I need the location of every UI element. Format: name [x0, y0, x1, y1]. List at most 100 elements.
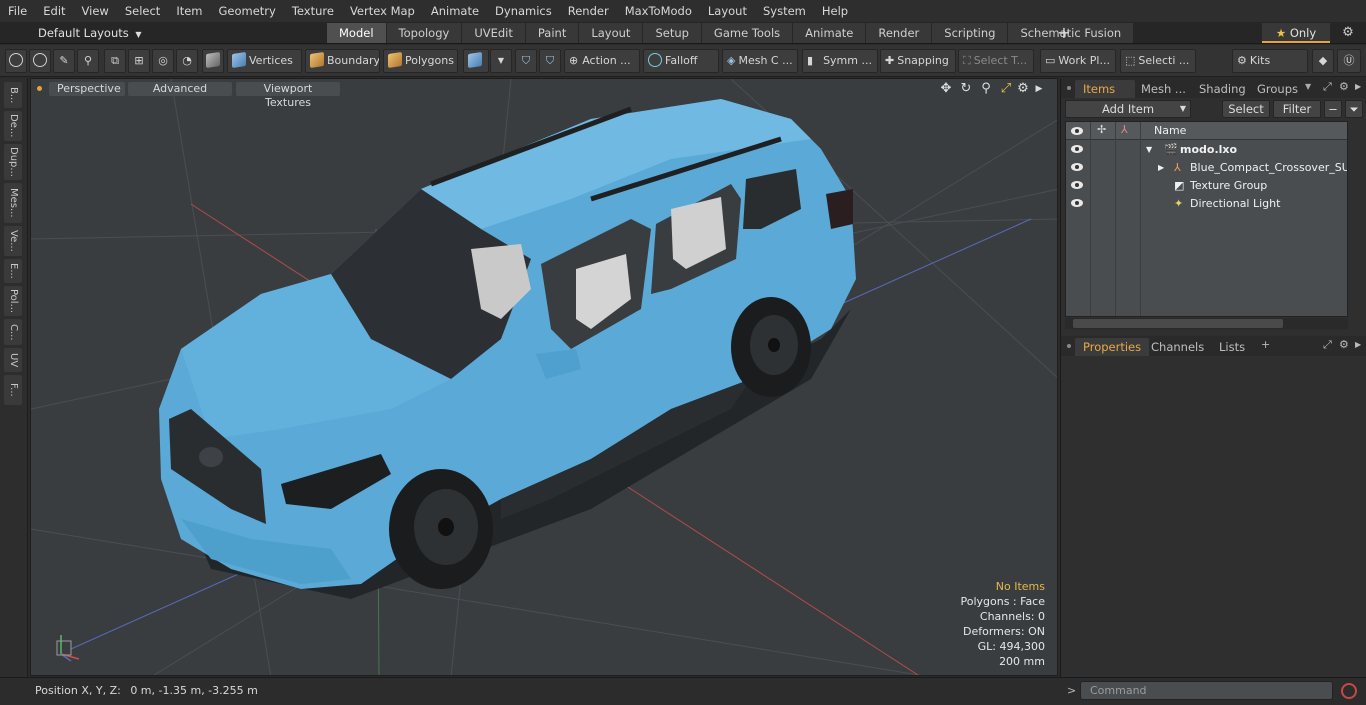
left-tab-uv[interactable]: UV [4, 348, 22, 372]
left-tab-edge[interactable]: E... [4, 259, 22, 283]
scrollbar-thumb[interactable] [1073, 319, 1283, 328]
menu-render[interactable]: Render [560, 0, 617, 22]
left-tab-duplicate[interactable]: Dup... [4, 144, 22, 180]
tab-uvedit[interactable]: UVEdit [462, 23, 525, 43]
perspective-button[interactable]: Perspective [49, 82, 125, 96]
menu-view[interactable]: View [74, 0, 117, 22]
falloff-button[interactable]: Falloff [643, 49, 719, 73]
menu-dynamics[interactable]: Dynamics [487, 0, 560, 22]
tab-mesh[interactable]: Mesh ... [1133, 80, 1194, 98]
globe-button[interactable] [29, 49, 51, 73]
only-toggle[interactable]: ★ Only [1262, 23, 1330, 43]
menu-layout[interactable]: Layout [700, 0, 755, 22]
left-tab-curve[interactable]: C... [4, 319, 22, 345]
layout-selector[interactable]: Default Layouts ▼ [8, 22, 142, 44]
zoom-icon[interactable]: ⚲ [978, 81, 994, 97]
tab-groups[interactable]: Groups [1249, 80, 1306, 98]
eye-icon[interactable] [1071, 145, 1083, 153]
transform-button[interactable]: ⧉ [104, 49, 126, 73]
action-button[interactable]: ⊕ Action ... [564, 49, 640, 73]
maximize-icon[interactable]: ⤢ [998, 81, 1014, 97]
3d-viewport[interactable]: Perspective Advanced Viewport Textures ✥… [30, 78, 1058, 676]
panel-arrow-icon[interactable]: ▶ [1355, 340, 1361, 349]
gear-icon[interactable]: ⚙ [1338, 24, 1358, 42]
eye-icon[interactable] [1071, 163, 1083, 171]
tree-row-mesh[interactable]: ▶ ⅄ Blue_Compact_Crossover_SUV [1066, 159, 1347, 177]
viewport-gear-icon[interactable]: ⚙ [1015, 81, 1031, 97]
select-button[interactable]: Select [1222, 100, 1270, 118]
symmetry-button[interactable]: ▮ Symm ... [802, 49, 878, 73]
eye-icon[interactable] [1071, 181, 1083, 189]
panel-gear-icon[interactable]: ⚙ [1339, 80, 1349, 93]
kits-button[interactable]: ⚙ Kits [1232, 49, 1308, 73]
tree-row-texture-group[interactable]: ◩ Texture Group [1066, 177, 1347, 195]
tab-render[interactable]: Render [866, 23, 932, 43]
work-plane-button[interactable]: ▭ Work Pl... [1040, 49, 1116, 73]
tab-model[interactable]: Model [327, 23, 386, 43]
boundary-button[interactable]: Boundary [305, 49, 380, 73]
advanced-button[interactable]: Advanced [128, 82, 232, 96]
brush-button[interactable]: ⚲ [77, 49, 99, 73]
pen-button[interactable]: ✎ [53, 49, 75, 73]
eye-icon[interactable] [1071, 199, 1083, 207]
menu-system[interactable]: System [755, 0, 814, 22]
menu-vertex-map[interactable]: Vertex Map [342, 0, 423, 22]
item-list-scrollbar[interactable] [1065, 318, 1348, 329]
symmetry-x-button[interactable]: ⛉ [515, 49, 537, 73]
menu-select[interactable]: Select [117, 0, 168, 22]
unity-button[interactable]: ◆ [1312, 49, 1334, 73]
tab-animate[interactable]: Animate [793, 23, 866, 43]
name-column-header[interactable]: Name [1154, 124, 1186, 137]
panel-gear-icon[interactable]: ⚙ [1339, 338, 1349, 351]
orbit-icon[interactable]: ↻ [958, 81, 974, 97]
tab-shading[interactable]: Shading [1191, 80, 1254, 98]
tab-properties[interactable]: Properties [1075, 338, 1150, 356]
add-tab-icon[interactable]: + [1056, 23, 1072, 43]
tree-row-scene[interactable]: ▼ 🎬 modo.lxo [1066, 141, 1347, 159]
left-tab-polygon[interactable]: Pol... [4, 286, 22, 316]
pan-icon[interactable]: ✥ [938, 81, 954, 97]
vertices-button[interactable]: Vertices [227, 49, 302, 73]
add-item-button[interactable]: Add Item ▼ [1065, 100, 1191, 118]
left-tab-vertex[interactable]: Ve... [4, 226, 22, 256]
menu-texture[interactable]: Texture [284, 0, 342, 22]
element-button[interactable]: ⊞ [128, 49, 150, 73]
selection-sets-button[interactable]: ⬚ Selecti ... [1120, 49, 1196, 73]
snapping-button[interactable]: ✚ Snapping [880, 49, 956, 73]
menu-animate[interactable]: Animate [423, 0, 487, 22]
tab-topology[interactable]: Topology [386, 23, 462, 43]
add-tab-icon[interactable]: + [1261, 338, 1270, 351]
menu-item[interactable]: Item [168, 0, 210, 22]
menu-edit[interactable]: Edit [35, 0, 73, 22]
menu-geometry[interactable]: Geometry [211, 0, 284, 22]
tab-setup[interactable]: Setup [643, 23, 701, 43]
snap-element-button[interactable]: ◎ [152, 49, 174, 73]
expand-triangle-icon[interactable]: ▶ [1158, 159, 1164, 177]
tab-paint[interactable]: Paint [525, 23, 579, 43]
left-tab-fusion[interactable]: F... [4, 375, 22, 405]
tree-row-directional-light[interactable]: ✦ Directional Light [1066, 195, 1347, 213]
left-tab-deform[interactable]: De... [4, 111, 22, 141]
panel-arrow-icon[interactable]: ▶ [1355, 82, 1361, 91]
select-through-button[interactable]: ⛶ Select T... [958, 49, 1034, 73]
menu-help[interactable]: Help [814, 0, 856, 22]
tabs-dropdown-icon[interactable]: ▼ [1305, 82, 1311, 91]
collapse-button[interactable]: − [1324, 100, 1342, 118]
record-icon[interactable] [1341, 683, 1357, 699]
filter-funnel-button[interactable]: ⏷ [1345, 100, 1363, 118]
menu-maxtomodo[interactable]: MaxToModo [617, 0, 700, 22]
unreal-button[interactable]: Ⓤ [1337, 49, 1361, 73]
item-mode-button[interactable] [202, 49, 224, 73]
tab-items[interactable]: Items [1075, 80, 1135, 98]
viewport-textures-button[interactable]: Viewport Textures [236, 82, 340, 109]
menu-file[interactable]: File [0, 0, 35, 22]
command-input[interactable]: Command [1080, 681, 1333, 700]
viewport-menu-arrow-icon[interactable]: ▶ [1031, 81, 1047, 97]
panel-expand-icon[interactable]: ⤢ [1323, 338, 1332, 352]
left-tab-basic[interactable]: B... [4, 82, 22, 108]
rotate-button[interactable]: ◔ [176, 49, 198, 73]
tab-channels[interactable]: Channels [1143, 338, 1212, 356]
expand-triangle-icon[interactable]: ▼ [1146, 141, 1152, 159]
mesh-constraint-button[interactable]: ◈ Mesh C ... [722, 49, 798, 73]
tab-layout[interactable]: Layout [579, 23, 643, 43]
